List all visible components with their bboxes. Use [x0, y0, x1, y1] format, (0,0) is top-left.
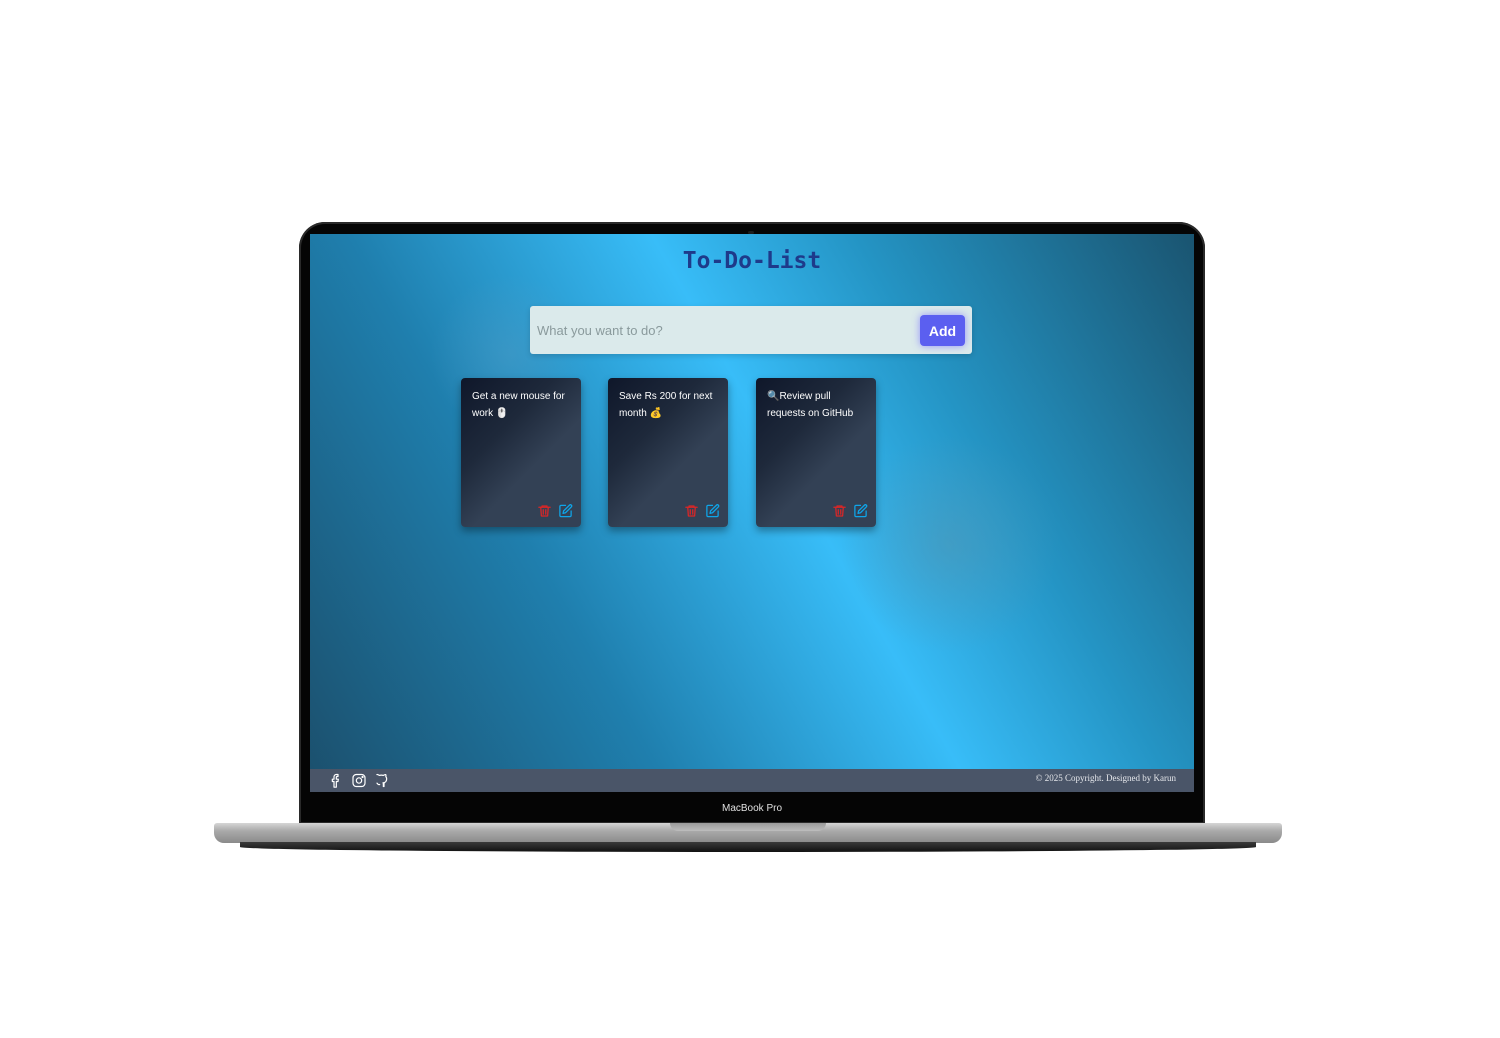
device-label: MacBook Pro	[721, 803, 783, 814]
trash-icon[interactable]	[832, 503, 847, 519]
laptop-lid: To-Do-List Add Get a new mouse for work …	[299, 222, 1205, 824]
copyright-text: © 2025 Copyright. Designed by Karun	[1035, 773, 1176, 783]
task-card: Get a new mouse for work 🖱️	[461, 378, 581, 527]
task-actions	[684, 503, 720, 519]
base-shadow	[240, 842, 1256, 852]
edit-icon[interactable]	[853, 503, 868, 519]
screen: To-Do-List Add Get a new mouse for work …	[310, 234, 1194, 792]
footer: © 2025 Copyright. Designed by Karun	[310, 769, 1194, 792]
base-notch	[670, 823, 826, 831]
task-text: 🔍Review pull requests on GitHub	[767, 391, 854, 419]
trash-icon[interactable]	[684, 503, 699, 519]
task-input-bar: Add	[530, 306, 972, 354]
edit-icon[interactable]	[705, 503, 720, 519]
task-card: Save Rs 200 for next month 💰	[608, 378, 728, 527]
instagram-icon[interactable]	[351, 772, 367, 789]
task-actions	[832, 503, 868, 519]
stage: To-Do-List Add Get a new mouse for work …	[0, 0, 1500, 1038]
laptop-base	[214, 823, 1282, 843]
edit-icon[interactable]	[558, 503, 573, 519]
add-button[interactable]: Add	[920, 315, 965, 346]
task-card: 🔍Review pull requests on GitHub	[756, 378, 876, 527]
page-title: To-Do-List	[682, 248, 822, 274]
task-text: Get a new mouse for work 🖱️	[472, 391, 565, 419]
social-links	[328, 772, 390, 789]
trash-icon[interactable]	[537, 503, 552, 519]
task-text: Save Rs 200 for next month 💰	[619, 391, 713, 419]
task-input[interactable]	[530, 306, 910, 354]
task-actions	[537, 503, 573, 519]
facebook-icon[interactable]	[328, 772, 344, 789]
github-icon[interactable]	[374, 772, 390, 789]
